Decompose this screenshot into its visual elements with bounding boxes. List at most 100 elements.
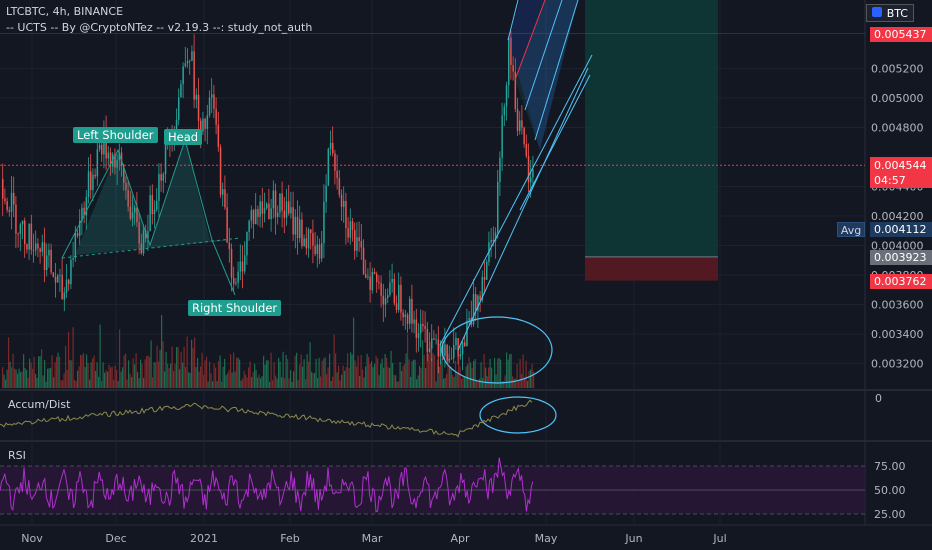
candle-body xyxy=(380,283,382,296)
rsi-label[interactable]: RSI xyxy=(8,449,26,462)
right-shoulder-label[interactable]: Right Shoulder xyxy=(188,300,282,316)
candle-body xyxy=(274,190,277,217)
candle-body xyxy=(371,271,374,290)
head-label[interactable]: Head xyxy=(164,129,203,145)
candle-body xyxy=(107,152,110,159)
candle-body xyxy=(281,193,283,211)
accum-dist-label[interactable]: Accum/Dist xyxy=(8,398,70,411)
candle-body xyxy=(336,170,338,179)
volume-bar xyxy=(266,360,268,388)
volume-bar xyxy=(111,366,113,388)
volume-bar xyxy=(177,347,179,388)
volume-bar xyxy=(327,367,329,388)
candle-body xyxy=(376,273,378,283)
indicator-title[interactable]: -- UCTS -- By @CryptoNTez -- v2.19.3 --:… xyxy=(6,21,312,34)
candle-body xyxy=(6,201,8,211)
volume-bar xyxy=(222,366,224,388)
candle-body xyxy=(387,295,389,298)
volume-bar xyxy=(507,359,509,388)
candle-body xyxy=(17,233,19,235)
volume-bar xyxy=(239,359,241,388)
price-tick-label: 0.003200 xyxy=(871,358,924,371)
candle-body xyxy=(453,344,455,359)
volume-bar xyxy=(195,367,197,388)
volume-bar xyxy=(170,363,172,388)
candle-body xyxy=(4,198,6,202)
candle-body xyxy=(411,298,413,324)
volume-bar xyxy=(405,353,407,388)
volume-bar xyxy=(446,373,448,388)
volume-bar xyxy=(335,353,337,388)
time-tick-label: May xyxy=(535,532,558,545)
volume-bar xyxy=(188,372,190,388)
volume-bar xyxy=(60,380,62,388)
volume-bar xyxy=(210,373,212,388)
volume-bar xyxy=(155,362,157,388)
rsi-plot xyxy=(0,457,865,515)
volume-bar xyxy=(9,361,11,388)
candle-body xyxy=(263,208,266,214)
volume-bar xyxy=(362,369,364,388)
volume-bar xyxy=(366,353,368,388)
candle-body xyxy=(398,284,400,310)
candle-body xyxy=(94,174,96,177)
volume-bar xyxy=(423,354,425,388)
volume-bar xyxy=(315,358,317,388)
volume-bar xyxy=(209,361,211,388)
volume-bar xyxy=(143,377,145,388)
candle-body xyxy=(219,147,222,195)
candle-body xyxy=(404,314,407,318)
candle-body xyxy=(455,338,457,345)
volume-bar xyxy=(44,359,46,388)
volume-bar xyxy=(75,381,77,388)
volume-bar xyxy=(398,381,400,388)
time-axis[interactable]: Nov Dec 2021 Feb Mar Apr May Jun Jul xyxy=(21,532,726,545)
volume-bar xyxy=(422,340,424,388)
main-chart[interactable]: 0.0052000.0050000.0048000.0044000.004200… xyxy=(0,0,932,550)
candle-body xyxy=(21,220,24,225)
volume-bar xyxy=(479,378,481,388)
volume-bar xyxy=(260,378,262,388)
volume-bar xyxy=(449,365,451,388)
candle-body xyxy=(244,255,246,272)
volume-bar xyxy=(261,376,263,388)
left-shoulder-label[interactable]: Left Shoulder xyxy=(73,127,158,143)
candle-body xyxy=(162,174,165,181)
volume-bar xyxy=(83,352,85,388)
volume-bar xyxy=(18,368,20,388)
candle-body xyxy=(349,221,352,238)
volume-bar xyxy=(305,379,307,388)
price-tag: 0.004544 xyxy=(870,158,932,174)
candle-body xyxy=(475,294,477,311)
volume-bar xyxy=(456,373,458,388)
volume-bar xyxy=(267,360,269,388)
volume-bar xyxy=(273,362,275,388)
candle-body xyxy=(24,220,26,245)
volume-bar xyxy=(171,346,173,388)
volume-bar xyxy=(47,368,49,388)
volume-bar xyxy=(257,377,259,388)
volume-bar xyxy=(17,373,19,388)
volume-bar xyxy=(360,354,362,388)
candle-body xyxy=(186,61,189,64)
volume-bar xyxy=(374,363,376,388)
price-tag: 0.004112 xyxy=(870,221,932,237)
volume-bar xyxy=(363,377,365,388)
volume-bar xyxy=(113,380,115,388)
volume-bar xyxy=(516,363,518,388)
volume-bar xyxy=(407,334,409,388)
volume-bar xyxy=(282,351,284,388)
candle-body xyxy=(345,200,347,229)
symbol-title[interactable]: LTCBTC, 4h, BINANCE xyxy=(6,5,123,18)
volume-bar xyxy=(314,373,316,388)
volume-bar xyxy=(132,358,134,388)
candle-body xyxy=(325,185,327,202)
volume-bar xyxy=(317,377,319,388)
volume-bar xyxy=(455,360,457,388)
volume-bar xyxy=(519,358,521,388)
volume-bar xyxy=(351,354,353,388)
candle-body xyxy=(321,243,323,259)
candle-body xyxy=(466,320,468,346)
volume-bar xyxy=(144,359,146,388)
volume-bar xyxy=(221,381,223,388)
